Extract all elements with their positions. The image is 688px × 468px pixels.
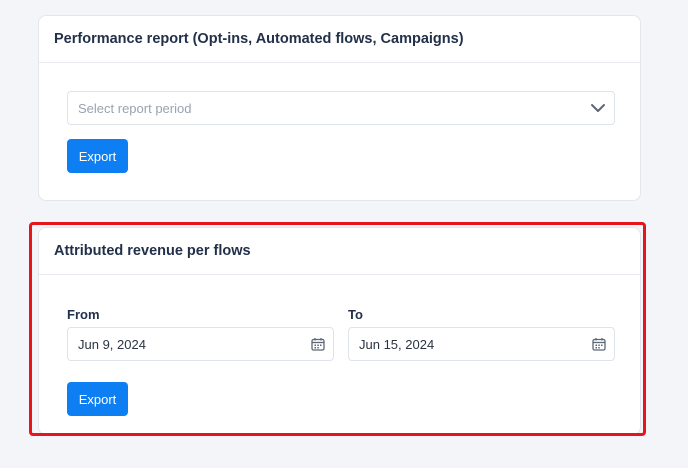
report-period-placeholder: Select report period <box>78 100 192 116</box>
calendar-icon[interactable] <box>311 337 325 351</box>
attributed-revenue-card: Attributed revenue per flows From Jun 9,… <box>38 227 641 435</box>
performance-report-title: Performance report (Opt-ins, Automated f… <box>39 16 640 63</box>
performance-export-button[interactable]: Export <box>67 139 128 173</box>
calendar-icon[interactable] <box>592 337 606 351</box>
from-date-input[interactable]: Jun 9, 2024 <box>67 327 334 361</box>
chevron-down-icon <box>590 103 606 113</box>
attributed-revenue-title: Attributed revenue per flows <box>39 228 640 275</box>
to-date-input[interactable]: Jun 15, 2024 <box>348 327 615 361</box>
attributed-revenue-export-button[interactable]: Export <box>67 382 128 416</box>
to-date-value: Jun 15, 2024 <box>359 336 435 352</box>
from-label: From <box>67 307 100 322</box>
performance-report-card: Performance report (Opt-ins, Automated f… <box>38 15 641 201</box>
to-label: To <box>348 307 363 322</box>
from-date-value: Jun 9, 2024 <box>78 336 146 352</box>
report-period-select[interactable]: Select report period <box>67 91 615 125</box>
